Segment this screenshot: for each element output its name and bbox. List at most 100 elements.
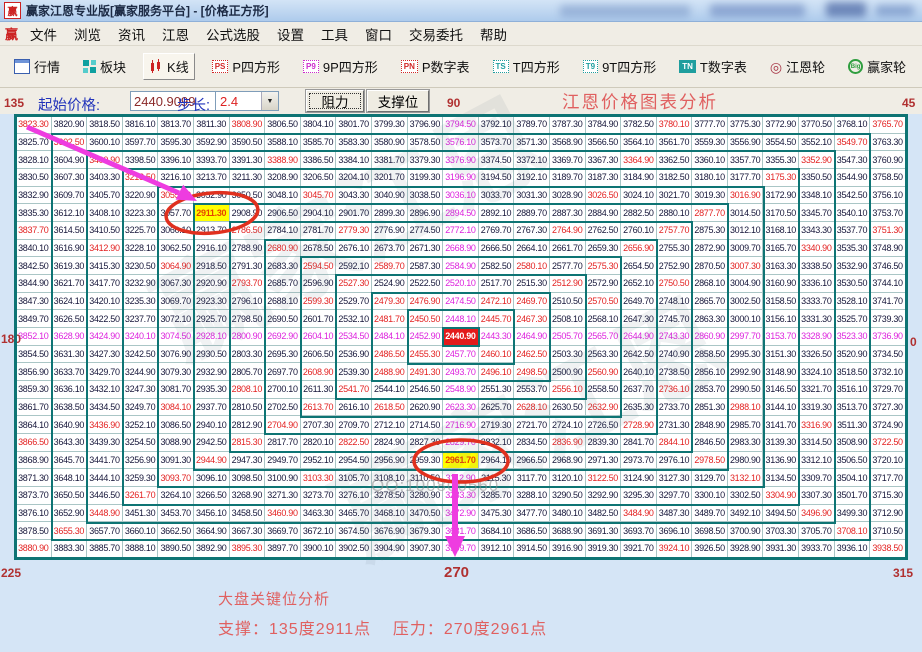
- price-cell: 2834.50: [514, 434, 550, 452]
- start-price-label: 起始价格:: [38, 94, 100, 115]
- price-cell: 3667.30: [230, 522, 266, 540]
- price-cell: 3465.70: [336, 505, 372, 523]
- menu-item-5[interactable]: 设置: [277, 24, 304, 44]
- price-cell: 2800.90: [230, 328, 266, 346]
- price-cell: 3492.10: [728, 505, 764, 523]
- price-cell: 3712.90: [870, 505, 906, 523]
- price-cell: 3069.70: [158, 293, 194, 311]
- price-cell: 2832.10: [479, 434, 515, 452]
- chevron-down-icon[interactable]: ▼: [261, 92, 278, 110]
- menu-item-8[interactable]: 交易委托: [409, 24, 463, 44]
- price-cell: 3139.30: [763, 434, 799, 452]
- price-cell: 3160.90: [763, 275, 799, 293]
- price-cell: 2532.10: [336, 310, 372, 328]
- price-cell: 3040.90: [372, 187, 408, 205]
- menu-item-9[interactable]: 帮助: [480, 24, 507, 44]
- price-cell: 3247.30: [123, 381, 159, 399]
- price-cell: 3480.10: [550, 505, 586, 523]
- toolbar-item-2[interactable]: K线: [143, 53, 195, 80]
- toolbar-item-5[interactable]: PNP数字表: [395, 53, 476, 80]
- price-cell: 2498.50: [514, 363, 550, 381]
- toolbar-item-9[interactable]: ◎江恩轮: [764, 53, 831, 80]
- price-cell: 3751.30: [870, 222, 906, 240]
- price-cell: 2457.70: [443, 346, 479, 364]
- menu-item-4[interactable]: 公式选股: [206, 24, 260, 44]
- menu-item-6[interactable]: 工具: [321, 24, 348, 44]
- price-cell: 2503.30: [550, 346, 586, 364]
- price-cell: 3000.10: [728, 310, 764, 328]
- price-cell: 2493.70: [443, 363, 479, 381]
- price-cell: 2724.10: [550, 416, 586, 434]
- price-cell: 3664.90: [194, 522, 230, 540]
- price-cell: 2815.30: [230, 434, 266, 452]
- support-button[interactable]: 支撑位: [367, 90, 429, 112]
- price-cell: 2836.90: [550, 434, 586, 452]
- price-cell: 2556.10: [550, 381, 586, 399]
- price-cell: 2776.90: [372, 222, 408, 240]
- price-cell: 3926.50: [692, 540, 728, 558]
- price-cell: 2685.70: [265, 275, 301, 293]
- price-cell: 3021.70: [657, 187, 693, 205]
- price-cell: 3528.10: [835, 293, 871, 311]
- price-cell: 3427.30: [87, 346, 123, 364]
- price-cell: 2916.10: [194, 240, 230, 258]
- price-cell: 2913.70: [194, 222, 230, 240]
- toolbar-item-4[interactable]: P99P四方形: [297, 53, 384, 80]
- toolbar-item-3[interactable]: PSP四方形: [206, 53, 286, 80]
- table-icon: [14, 59, 30, 74]
- toolbar-item-6[interactable]: TST四方形: [487, 53, 566, 80]
- title-bar: 赢 赢家江恩专业版[赢家服务平台] - [价格正方形]: [0, 0, 922, 22]
- price-cell: 3864.10: [16, 416, 52, 434]
- toolbar-item-10[interactable]: Big赢家轮: [842, 53, 912, 80]
- resistance-button[interactable]: 阻力位: [306, 90, 364, 112]
- price-cell: 2654.50: [621, 257, 657, 275]
- price-cell: 3820.90: [52, 116, 88, 134]
- price-cell: 2856.10: [692, 363, 728, 381]
- price-cell: 3038.50: [408, 187, 444, 205]
- price-cell: 3768.10: [835, 116, 871, 134]
- price-cell: 2563.30: [586, 346, 622, 364]
- badge-icon: T9: [583, 60, 598, 73]
- price-cell: 3636.10: [52, 381, 88, 399]
- price-cell: 3472.90: [443, 505, 479, 523]
- price-cell: 3698.50: [692, 522, 728, 540]
- price-cell: 3208.90: [265, 169, 301, 187]
- price-cell: 3921.70: [621, 540, 657, 558]
- price-cell: 3124.90: [621, 469, 657, 487]
- badge-icon: PS: [212, 60, 229, 73]
- price-cell: 2712.10: [372, 416, 408, 434]
- price-cell: 3228.10: [123, 240, 159, 258]
- price-cell: 2964.10: [479, 452, 515, 470]
- price-cell: 3571.30: [514, 134, 550, 152]
- price-cell: 3588.10: [265, 134, 301, 152]
- price-cell: 2628.10: [514, 399, 550, 417]
- toolbar-item-7[interactable]: T99T四方形: [577, 53, 663, 80]
- price-cell: 3410.50: [87, 222, 123, 240]
- toolbar-item-1[interactable]: 板块: [77, 53, 132, 80]
- price-cell: 3235.30: [123, 293, 159, 311]
- price-cell: 3396.10: [158, 151, 194, 169]
- price-cell: 3914.50: [514, 540, 550, 558]
- titlebar-blur-blob: [876, 5, 914, 16]
- price-cell: 3415.30: [87, 257, 123, 275]
- price-cell: 3345.70: [799, 204, 835, 222]
- menu-item-2[interactable]: 资讯: [118, 24, 145, 44]
- step-dropdown[interactable]: 2.4 ▼: [215, 91, 279, 111]
- menu-item-0[interactable]: 文件: [30, 24, 57, 44]
- menu-item-7[interactable]: 窗口: [365, 24, 392, 44]
- price-cell: 2659.30: [586, 240, 622, 258]
- menu-item-1[interactable]: 浏览: [74, 24, 101, 44]
- price-cell: 2808.10: [230, 381, 266, 399]
- price-cell: 3724.90: [870, 416, 906, 434]
- price-cell: 3268.90: [230, 487, 266, 505]
- price-cell: 2904.10: [301, 204, 337, 222]
- toolbar-item-0[interactable]: 行情: [8, 53, 66, 80]
- price-cell: 3878.50: [16, 522, 52, 540]
- price-cell: 3067.30: [158, 275, 194, 293]
- price-cell: 3064.90: [158, 257, 194, 275]
- price-cell: 3854.50: [16, 346, 52, 364]
- price-cell: 3290.50: [550, 487, 586, 505]
- toolbar-item-8[interactable]: TNT数字表: [673, 53, 753, 80]
- price-cell: 3518.50: [835, 363, 871, 381]
- menu-item-3[interactable]: 江恩: [162, 24, 189, 44]
